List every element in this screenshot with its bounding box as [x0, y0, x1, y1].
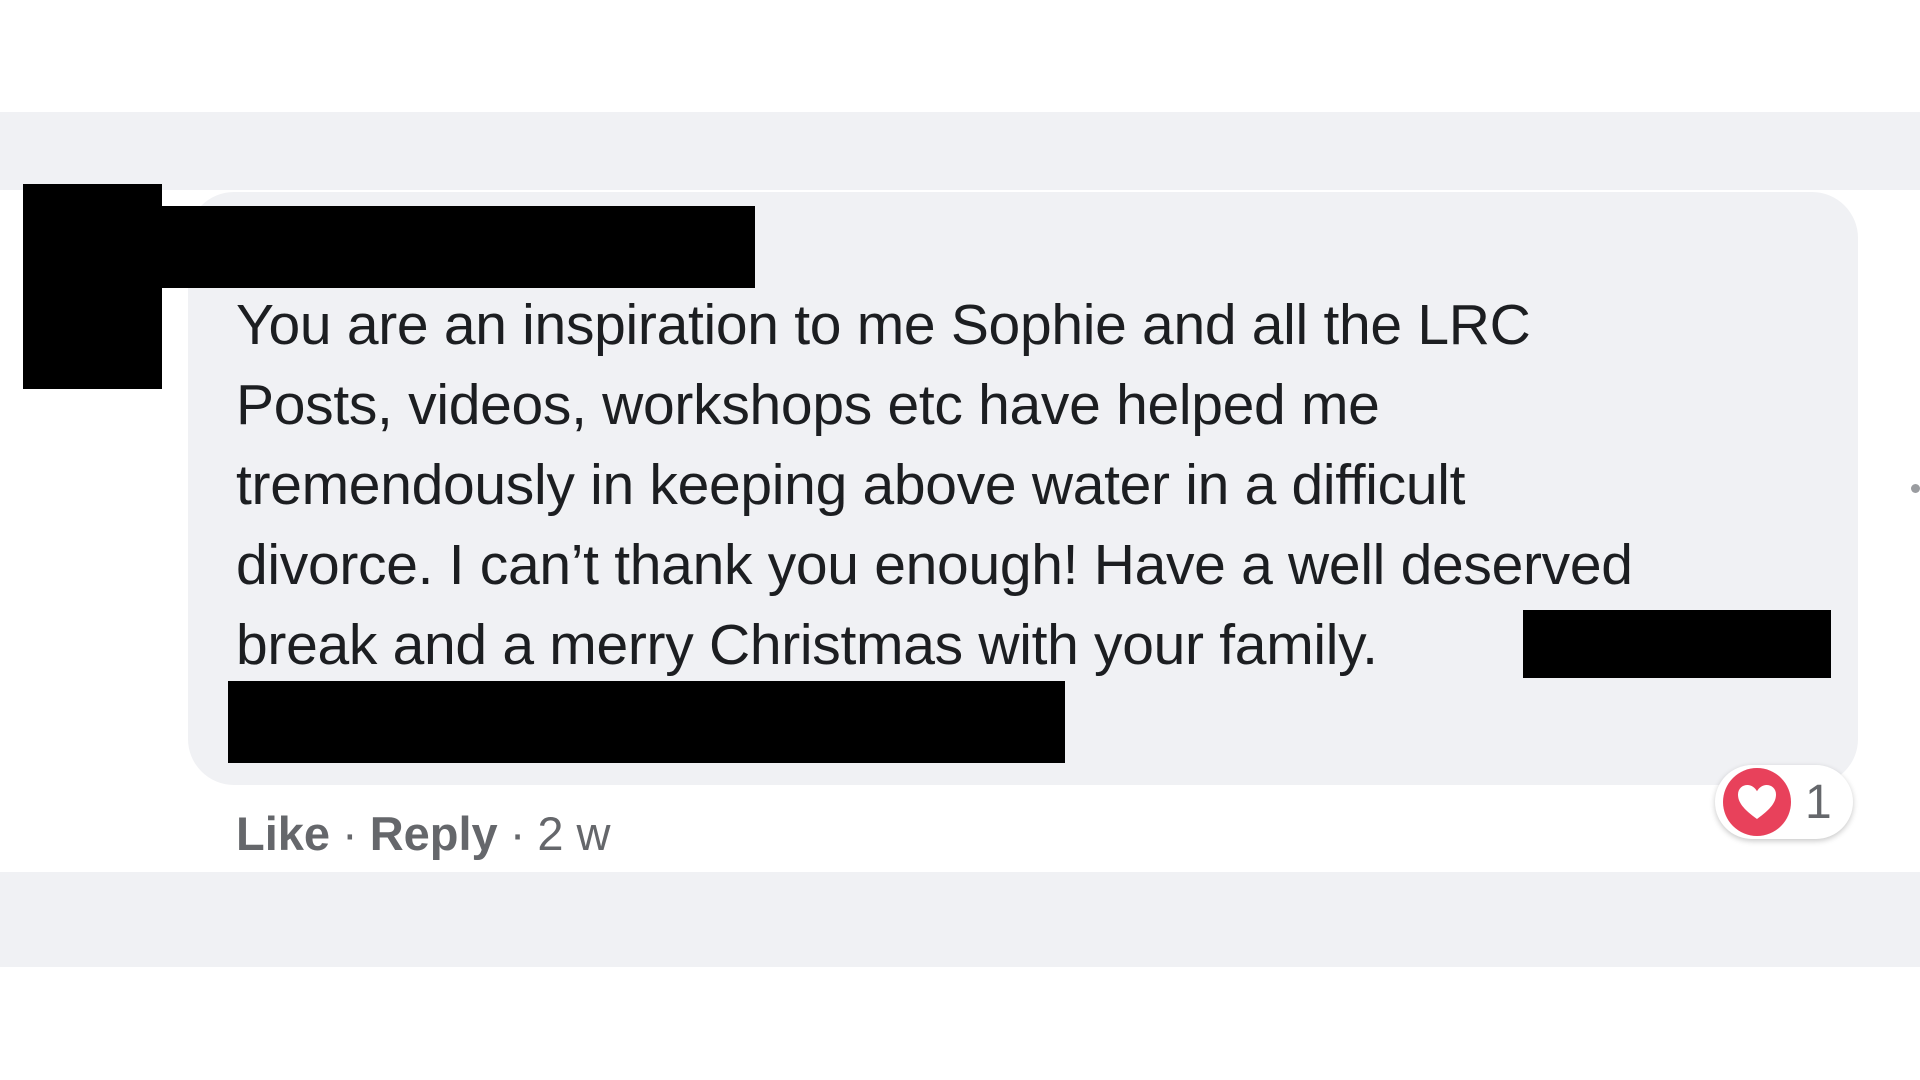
action-separator: ·: [509, 806, 526, 860]
author-name-redaction: [162, 206, 755, 288]
comment-timestamp[interactable]: 2 w: [537, 806, 610, 861]
reaction-count: 1: [1805, 775, 1832, 829]
comment-line-4: divorce. I can’t thank you enough! Have …: [236, 533, 1633, 597]
heart-icon: [1723, 768, 1791, 836]
heart-glyph: [1738, 785, 1776, 819]
screenshot-canvas: You are an inspiration to me Sophie and …: [0, 0, 1920, 1080]
comment-line-1: You are an inspiration to me Sophie and …: [236, 293, 1531, 357]
text-line-redaction: [228, 681, 1065, 763]
comment-actions: Like · Reply · 2 w: [236, 800, 611, 866]
comment-line-3: tremendously in keeping above water in a…: [236, 453, 1466, 517]
like-button[interactable]: Like: [236, 806, 330, 861]
reaction-summary[interactable]: 1: [1715, 765, 1853, 839]
avatar-redaction: [23, 184, 162, 389]
edge-artifact: [1911, 484, 1920, 493]
comment-line-2: Posts, videos, workshops etc have helped…: [236, 373, 1380, 437]
inline-text-redaction: [1523, 610, 1831, 678]
reply-button[interactable]: Reply: [370, 806, 498, 861]
action-separator: ·: [342, 806, 358, 860]
